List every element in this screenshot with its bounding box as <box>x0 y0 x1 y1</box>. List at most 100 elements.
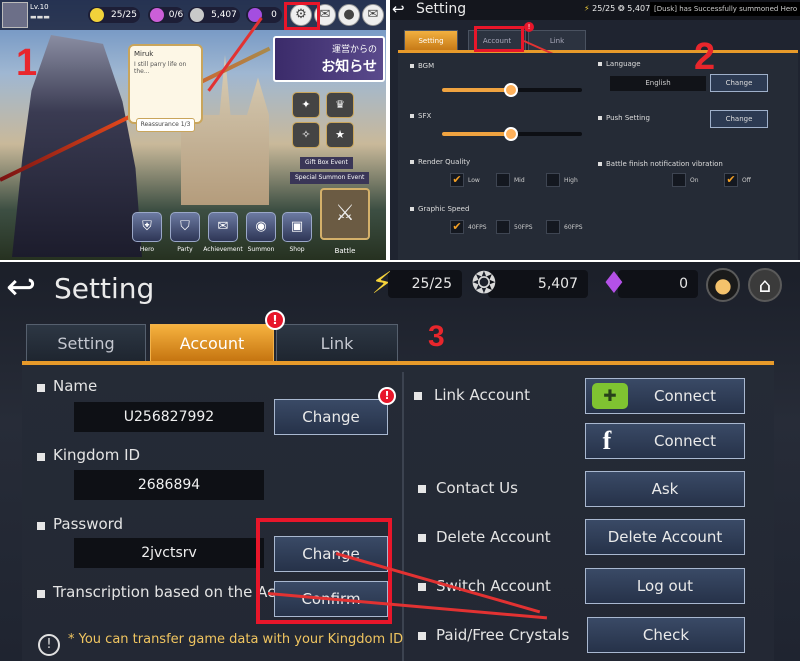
ask-button[interactable]: Ask <box>585 471 745 507</box>
gamepad-icon: ✚ <box>592 383 628 409</box>
notice-line2: お知らせ <box>321 59 377 75</box>
lightning-icon: ⚡ <box>371 266 393 301</box>
shield-icon[interactable]: ⛉ <box>170 212 200 242</box>
slider-knob[interactable] <box>504 83 518 97</box>
kingdom-id-field: 2686894 <box>74 470 264 500</box>
facebook-icon: f <box>602 426 612 455</box>
coin-counter[interactable]: 5,407 <box>188 7 240 23</box>
battle-notice-label: Battle finish notification vibration <box>598 160 723 168</box>
battle-button[interactable]: ⚔ <box>320 188 370 240</box>
coin-icon <box>190 8 204 22</box>
chat-icon[interactable]: ● <box>706 268 740 302</box>
google-connect-button[interactable]: ✚ Connect <box>585 378 745 414</box>
language-change-button[interactable]: Change <box>710 74 768 92</box>
delete-account-button[interactable]: Delete Account <box>585 519 745 555</box>
home-icon[interactable]: ⌂ <box>748 268 782 302</box>
tab-account[interactable]: Account <box>150 324 274 362</box>
alert-badge-icon: ! <box>524 22 534 32</box>
notice-line1: 運営からの <box>331 45 377 55</box>
shop-label: Shop <box>289 246 305 253</box>
tab-link[interactable]: Link <box>276 324 398 362</box>
paid-crystals-label: Paid/Free Crystals <box>436 626 570 644</box>
reassurance-button[interactable]: Reassurance 1/3 <box>136 118 195 132</box>
alert-badge-icon: ! <box>378 387 396 405</box>
on-label: On <box>690 177 699 184</box>
npc-dialog[interactable]: Miruk I still parry life on the... Reass… <box>128 44 203 132</box>
panel-divider <box>386 0 390 262</box>
chest-icon[interactable]: ▣ <box>282 212 312 242</box>
change-confirm-highlight-box <box>256 518 392 624</box>
contact-us-label: Contact Us <box>436 479 518 497</box>
password-field: 2jvctsrv <box>74 538 264 568</box>
page-title: Setting <box>416 1 467 17</box>
battle-label: Battle <box>334 247 356 255</box>
high-checkbox[interactable] <box>546 173 560 187</box>
crystal-counter[interactable]: 0/6 <box>148 7 184 23</box>
account-highlight-box <box>474 26 524 52</box>
mid-label: Mid <box>514 177 525 184</box>
page-title: Setting <box>54 272 155 305</box>
coin-counter[interactable]: 5,407 <box>488 270 588 298</box>
alert-badge-icon: ! <box>265 310 285 330</box>
info-icon: ! <box>38 634 60 656</box>
quest-icon[interactable]: ✧ <box>292 122 320 148</box>
ranking-icon[interactable]: ★ <box>326 122 354 148</box>
fps60-checkbox[interactable] <box>546 220 560 234</box>
step-number-3: 3 <box>428 320 445 353</box>
achievement-label: Achievement <box>203 246 243 253</box>
step-number-2: 2 <box>694 36 716 78</box>
name-change-button[interactable]: Change <box>274 399 388 435</box>
back-arrow-icon[interactable]: ↩ <box>6 270 36 306</box>
summon-event-banner[interactable]: Special Summon Event <box>290 172 370 184</box>
kingdom-id-label: Kingdom ID <box>53 446 141 464</box>
push-change-button[interactable]: Change <box>710 110 768 128</box>
helmet-icon[interactable]: ⛨ <box>132 212 162 242</box>
low-label: Low <box>468 177 480 184</box>
npc-text: I still parry life on the... <box>134 61 187 75</box>
tab-setting[interactable]: Setting <box>404 30 458 50</box>
home-hud: Lv.10 ▬▬▬ 25/25 0/6 5,407 0 ⚙ ✉ ● ✉ <box>0 0 388 30</box>
orb-icon[interactable]: ◉ <box>246 212 276 242</box>
bgm-label: BGM <box>410 62 434 70</box>
player-level: Lv.10 <box>30 3 49 11</box>
push-setting-label: Push Setting <box>598 114 650 122</box>
event-icon[interactable]: ✦ <box>292 92 320 118</box>
scroll-icon[interactable]: ✉ <box>208 212 238 242</box>
npc-name: Miruk <box>134 50 154 58</box>
back-arrow-icon[interactable]: ↩ <box>392 0 405 18</box>
fps40-checkbox[interactable]: ✔ <box>450 220 464 234</box>
slider-knob[interactable] <box>504 127 518 141</box>
check-button[interactable]: Check <box>587 617 745 653</box>
name-label: Name <box>53 377 98 395</box>
fps50-checkbox[interactable] <box>496 220 510 234</box>
language-field: English <box>610 76 706 91</box>
chat-icon[interactable]: ● <box>338 4 360 26</box>
facebook-connect-button[interactable]: f Connect <box>585 423 745 459</box>
player-avatar[interactable] <box>2 2 28 28</box>
panel-setting-small: ↩ Setting ⚡ 25/25 ❂ 5,407 [Dusk] has Suc… <box>388 0 800 262</box>
delete-account-label: Delete Account <box>436 528 551 546</box>
panel-home: Lv.10 ▬▬▬ 25/25 0/6 5,407 0 ⚙ ✉ ● ✉ Miru… <box>0 0 388 262</box>
hero-label: Hero <box>139 246 155 253</box>
coin-counter: ❂ 5,407 <box>618 4 651 13</box>
low-checkbox[interactable]: ✔ <box>450 173 464 187</box>
on-checkbox[interactable] <box>672 173 686 187</box>
notice-banner[interactable]: 運営からの お知らせ <box>273 36 385 82</box>
off-label: Off <box>742 177 751 184</box>
mid-checkbox[interactable] <box>496 173 510 187</box>
energy-counter[interactable]: 25/25 <box>88 7 140 23</box>
tab-setting[interactable]: Setting <box>26 324 146 362</box>
bgm-slider[interactable] <box>442 83 582 97</box>
language-label: Language <box>598 60 641 68</box>
fps60-label: 60FPS <box>564 224 583 231</box>
graphic-speed-label: Graphic Speed <box>410 205 469 213</box>
envelope-icon[interactable]: ✉ <box>362 4 384 26</box>
sfx-slider[interactable] <box>442 127 582 141</box>
gift-event-banner[interactable]: Gift Box Event <box>300 157 353 169</box>
gem-counter[interactable]: 0 <box>246 7 282 23</box>
off-checkbox[interactable]: ✔ <box>724 173 738 187</box>
lightning-icon: ⚡ <box>584 4 590 13</box>
guild-icon[interactable]: ♛ <box>326 92 354 118</box>
party-label: Party <box>177 246 193 253</box>
logout-button[interactable]: Log out <box>585 568 745 604</box>
